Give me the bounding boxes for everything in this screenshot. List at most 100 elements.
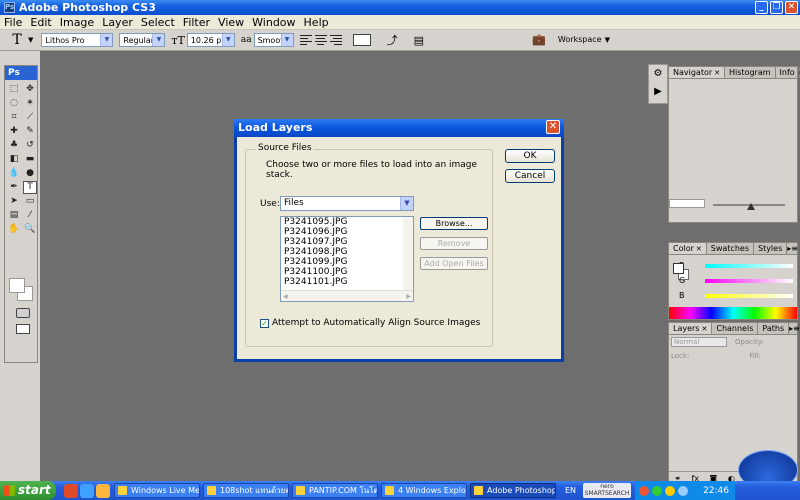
task-windows-live[interactable]: Windows Live Mess... [114, 483, 200, 498]
zoom-field[interactable] [669, 199, 705, 208]
slice-tool-icon[interactable]: ⟋ [23, 111, 37, 124]
hand-tool-icon[interactable]: ✋ [7, 223, 21, 236]
restore-button[interactable]: ❐ [770, 1, 783, 14]
add-open-files-button[interactable]: Add Open Files [420, 257, 488, 270]
screen-mode-icon[interactable] [16, 324, 30, 334]
tab-histogram[interactable]: Histogram [725, 67, 776, 78]
menu-view[interactable]: View [214, 16, 248, 29]
tab-paths[interactable]: Paths [758, 323, 790, 334]
language-indicator[interactable]: EN [565, 486, 583, 495]
marquee-tool-icon[interactable]: ⬚ [7, 83, 21, 96]
quicklaunch-app-icon[interactable] [64, 483, 78, 498]
path-selection-icon[interactable]: ➤ [7, 195, 21, 208]
tab-info[interactable]: Info [776, 67, 800, 78]
quick-mask-icon[interactable] [16, 308, 30, 318]
color-spectrum[interactable] [669, 307, 797, 319]
nero-search-box[interactable]: nero SMARTSEARCH [583, 483, 631, 498]
panel-menu-icon[interactable]: ▸≡ [789, 323, 800, 334]
history-brush-icon[interactable]: ↺ [23, 139, 37, 152]
eraser-tool-icon[interactable]: ◧ [7, 153, 21, 166]
clone-stamp-icon[interactable]: ♣ [7, 139, 21, 152]
type-tool-icon[interactable]: T [23, 181, 37, 194]
use-select[interactable]: Files ▼ [280, 196, 414, 211]
file-list[interactable]: P3241095.JPG P3241096.JPG P3241097.JPG P… [280, 216, 414, 302]
eyedropper-icon[interactable]: ⁄ [23, 209, 37, 222]
menu-edit[interactable]: Edit [26, 16, 55, 29]
healing-brush-icon[interactable]: ✚ [7, 125, 21, 138]
actions-panel-icon[interactable]: ▶ [649, 83, 667, 101]
volume-icon[interactable] [678, 485, 688, 496]
align-center-icon[interactable] [314, 34, 327, 46]
list-item[interactable]: P3241101.JPG [281, 277, 413, 287]
menu-window[interactable]: Window [248, 16, 299, 29]
lasso-tool-icon[interactable]: ◌ [7, 97, 21, 110]
brush-tool-icon[interactable]: ✎ [23, 125, 37, 138]
menu-select[interactable]: Select [137, 16, 179, 29]
checkmark-icon[interactable]: ✓ [260, 318, 269, 328]
align-left-icon[interactable] [299, 34, 312, 46]
dodge-tool-icon[interactable]: ● [23, 167, 37, 180]
task-photoshop[interactable]: Adobe Photoshop ... [470, 483, 556, 498]
horizontal-scrollbar[interactable]: ◀ ▶ [281, 290, 413, 301]
internet-explorer-icon[interactable] [80, 483, 94, 498]
tray-icon[interactable] [652, 485, 662, 496]
start-button[interactable]: start [0, 481, 56, 500]
text-color-swatch[interactable] [352, 34, 371, 46]
remove-button[interactable]: Remove [420, 237, 488, 250]
browse-button[interactable]: Browse... [420, 217, 488, 230]
tab-swatches[interactable]: Swatches [707, 243, 754, 254]
antialias-select[interactable]: Smooth ▼ [253, 33, 294, 47]
list-item[interactable]: P3241096.JPG [281, 227, 413, 237]
list-item[interactable]: P3241100.JPG [281, 267, 413, 277]
minimize-button[interactable]: _ [755, 1, 768, 14]
magic-wand-icon[interactable]: ✶ [23, 97, 37, 110]
task-windows-explorer[interactable]: 4 Windows Explorer [381, 483, 467, 498]
zoom-tool-icon[interactable]: 🔍 [23, 223, 37, 236]
crop-tool-icon[interactable]: ⌗ [7, 111, 21, 124]
task-108shot[interactable]: 108shot แทนด้วยความ... [203, 483, 289, 498]
menu-file[interactable]: File [0, 16, 26, 29]
list-item[interactable]: P3241099.JPG [281, 257, 413, 267]
cancel-button[interactable]: Cancel [505, 169, 555, 183]
task-pantip[interactable]: PANTIP.COM โนโตะ... [292, 483, 378, 498]
ok-button[interactable]: OK [505, 149, 555, 163]
gradient-tool-icon[interactable]: ▬ [23, 153, 37, 166]
color-foreground-swatch[interactable] [673, 263, 684, 274]
red-slider[interactable] [705, 263, 793, 268]
blue-slider[interactable] [705, 293, 793, 298]
font-family-select[interactable]: Lithos Pro ▼ [41, 33, 114, 47]
scroll-right-icon[interactable]: ▶ [406, 293, 411, 300]
messenger-icon[interactable] [96, 483, 110, 498]
align-images-checkbox[interactable]: ✓ Attempt to Automatically Align Source … [260, 318, 480, 328]
green-slider[interactable] [705, 278, 793, 283]
tab-channels[interactable]: Channels [712, 323, 759, 334]
menu-layer[interactable]: Layer [98, 16, 137, 29]
shape-tool-icon[interactable]: ▭ [23, 195, 37, 208]
type-tool-preset-icon[interactable]: T [6, 32, 28, 48]
brushes-panel-icon[interactable]: ⚙ [649, 65, 667, 83]
align-right-icon[interactable] [329, 34, 342, 46]
pen-tool-icon[interactable]: ✒ [7, 181, 21, 194]
palettes-icon[interactable]: ▤ [414, 34, 424, 47]
close-window-button[interactable]: ✕ [785, 1, 798, 14]
menu-help[interactable]: Help [300, 16, 333, 29]
chevron-down-icon[interactable]: ▼ [28, 36, 33, 44]
workspace-menu[interactable]: 💼 Workspace ▼ [532, 33, 610, 46]
menu-image[interactable]: Image [56, 16, 98, 29]
font-style-select[interactable]: Regular ▼ [119, 33, 166, 47]
list-item[interactable]: P3241097.JPG [281, 237, 413, 247]
zoom-slider-handle[interactable] [747, 202, 755, 210]
scroll-left-icon[interactable]: ◀ [283, 293, 288, 300]
tray-icon[interactable] [665, 485, 675, 496]
tab-styles[interactable]: Styles [754, 243, 788, 254]
vertical-scrollbar[interactable] [403, 217, 413, 291]
notes-tool-icon[interactable]: ▤ [7, 209, 21, 222]
blur-tool-icon[interactable]: 💧 [7, 167, 21, 180]
tab-color[interactable]: Color ✕ [669, 243, 707, 254]
panel-menu-icon[interactable]: ▸≡ [787, 243, 800, 254]
tab-layers[interactable]: Layers ✕ [669, 323, 713, 334]
blend-mode-select[interactable]: Normal [671, 337, 727, 347]
foreground-color-swatch[interactable] [9, 278, 25, 293]
tray-icon[interactable] [639, 485, 649, 496]
move-tool-icon[interactable]: ✥ [23, 83, 37, 96]
